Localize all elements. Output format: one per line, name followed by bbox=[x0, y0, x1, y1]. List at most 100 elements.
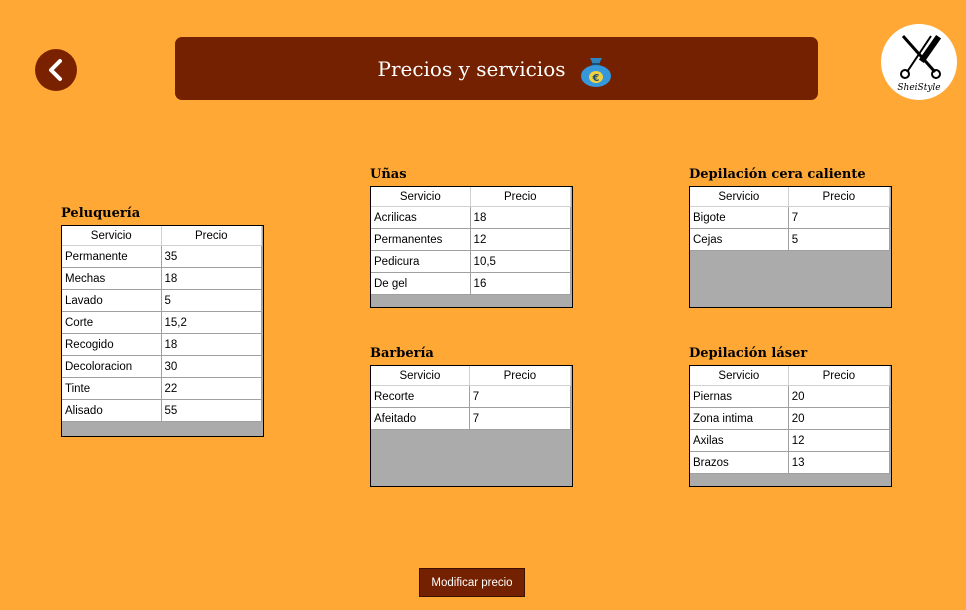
price-cell[interactable]: 22 bbox=[161, 377, 262, 400]
price-cell[interactable]: 13 bbox=[788, 451, 891, 474]
table-row[interactable]: Bigote 7 bbox=[690, 206, 891, 229]
price-cell[interactable]: 10,5 bbox=[470, 250, 572, 273]
table-row[interactable]: Recorte 7 bbox=[371, 385, 572, 408]
price-cell[interactable]: 18 bbox=[161, 333, 262, 356]
data-grid: Servicio Precio Piernas 20 Zona intima 20 Axil… bbox=[690, 366, 891, 474]
back-button[interactable] bbox=[35, 49, 77, 91]
table-row[interactable]: Brazos 13 bbox=[690, 451, 891, 474]
service-cell[interactable]: Permanentes bbox=[371, 228, 471, 251]
table-row[interactable]: Pedicura 10,5 bbox=[371, 250, 572, 273]
money-bag-euro-icon: € bbox=[580, 57, 611, 87]
service-cell[interactable]: Cejas bbox=[690, 228, 789, 251]
table-depilacion-cera[interactable]: Servicio Precio Bigote 7 Cejas 5 bbox=[689, 186, 892, 308]
price-cell[interactable]: 7 bbox=[788, 206, 891, 229]
svg-text:€: € bbox=[591, 73, 599, 84]
service-cell[interactable]: Mechas bbox=[62, 267, 162, 290]
service-cell[interactable]: Recogido bbox=[62, 333, 162, 356]
table-row[interactable]: Recogido 18 bbox=[62, 333, 262, 356]
price-cell[interactable]: 5 bbox=[161, 289, 262, 312]
section-title-depilacion-cera: Depilación cera caliente bbox=[689, 167, 866, 182]
data-grid: Servicio Precio Permanente 35 Mechas 18 Lavado… bbox=[62, 226, 262, 422]
price-cell[interactable]: 15,2 bbox=[161, 311, 262, 334]
table-row[interactable]: Tinte 22 bbox=[62, 377, 262, 400]
shei-style-logo: SheiStyle bbox=[881, 24, 957, 100]
section-title-barberia: Barbería bbox=[370, 346, 434, 361]
column-header-servicio[interactable]: Servicio bbox=[690, 366, 789, 386]
table-row[interactable]: De gel 16 bbox=[371, 272, 572, 295]
service-cell[interactable]: Alisado bbox=[62, 399, 162, 422]
column-header-precio[interactable]: Precio bbox=[470, 187, 572, 207]
table-row[interactable]: Cejas 5 bbox=[690, 228, 891, 251]
data-grid: Servicio Precio Acrilicas 18 Permanentes 12 Pe… bbox=[371, 187, 572, 295]
service-cell[interactable]: Lavado bbox=[62, 289, 162, 312]
column-header-precio[interactable]: Precio bbox=[469, 366, 572, 386]
service-cell[interactable]: Acrilicas bbox=[371, 206, 471, 229]
column-header-servicio[interactable]: Servicio bbox=[62, 226, 162, 246]
price-cell[interactable]: 12 bbox=[788, 429, 891, 452]
price-cell[interactable]: 55 bbox=[161, 399, 262, 422]
svg-text:SheiStyle: SheiStyle bbox=[897, 83, 940, 93]
price-cell[interactable]: 12 bbox=[470, 228, 572, 251]
table-unas[interactable]: Servicio Precio Acrilicas 18 Permanentes 12 Pe… bbox=[370, 186, 573, 308]
table-depilacion-laser[interactable]: Servicio Precio Piernas 20 Zona intima 20 Axil… bbox=[689, 365, 892, 487]
table-row[interactable]: Mechas 18 bbox=[62, 267, 262, 290]
service-cell[interactable]: Pedicura bbox=[371, 250, 471, 273]
section-title-depilacion-laser: Depilación láser bbox=[689, 346, 808, 361]
section-title-unas: Uñas bbox=[370, 167, 407, 182]
table-row[interactable]: Lavado 5 bbox=[62, 289, 262, 312]
header-row: Servicio Precio bbox=[690, 366, 891, 386]
data-grid: Servicio Precio Bigote 7 Cejas 5 bbox=[690, 187, 891, 251]
price-cell[interactable]: 7 bbox=[469, 407, 572, 430]
header-bar: Precios y servicios € bbox=[175, 37, 818, 100]
table-row[interactable]: Decoloracion 30 bbox=[62, 355, 262, 378]
back-arrow-icon bbox=[49, 59, 62, 81]
price-cell[interactable]: 18 bbox=[161, 267, 262, 290]
header-row: Servicio Precio bbox=[371, 366, 572, 386]
service-cell[interactable]: Zona intima bbox=[690, 407, 789, 430]
service-cell[interactable]: Decoloracion bbox=[62, 355, 162, 378]
price-cell[interactable]: 35 bbox=[161, 245, 262, 268]
scissors-comb-icon: SheiStyle bbox=[897, 34, 942, 93]
column-header-servicio[interactable]: Servicio bbox=[690, 187, 789, 207]
service-cell[interactable]: Brazos bbox=[690, 451, 789, 474]
service-cell[interactable]: Permanente bbox=[62, 245, 162, 268]
table-row[interactable]: Corte 15,2 bbox=[62, 311, 262, 334]
column-header-precio[interactable]: Precio bbox=[788, 187, 891, 207]
table-peluqueria[interactable]: Servicio Precio Permanente 35 Mechas 18 Lavado… bbox=[61, 225, 264, 437]
table-row[interactable]: Axilas 12 bbox=[690, 429, 891, 452]
table-row[interactable]: Zona intima 20 bbox=[690, 407, 891, 430]
price-cell[interactable]: 5 bbox=[788, 228, 891, 251]
column-header-precio[interactable]: Precio bbox=[788, 366, 891, 386]
service-cell[interactable]: Corte bbox=[62, 311, 162, 334]
page-title: Precios y servicios bbox=[377, 56, 566, 81]
service-cell[interactable]: Tinte bbox=[62, 377, 162, 400]
price-cell[interactable]: 20 bbox=[788, 385, 891, 408]
service-cell[interactable]: Recorte bbox=[371, 385, 470, 408]
header-row: Servicio Precio bbox=[690, 187, 891, 207]
header-row: Servicio Precio bbox=[62, 226, 262, 246]
service-cell[interactable]: Piernas bbox=[690, 385, 789, 408]
table-barberia[interactable]: Servicio Precio Recorte 7 Afeitado 7 bbox=[370, 365, 573, 487]
table-row[interactable]: Acrilicas 18 bbox=[371, 206, 572, 229]
column-header-precio[interactable]: Precio bbox=[161, 226, 262, 246]
service-cell[interactable]: Bigote bbox=[690, 206, 789, 229]
service-cell[interactable]: De gel bbox=[371, 272, 471, 295]
table-row[interactable]: Afeitado 7 bbox=[371, 407, 572, 430]
price-cell[interactable]: 30 bbox=[161, 355, 262, 378]
section-title-peluqueria: Peluquería bbox=[61, 206, 141, 221]
price-cell[interactable]: 7 bbox=[469, 385, 572, 408]
column-header-servicio[interactable]: Servicio bbox=[371, 187, 471, 207]
price-cell[interactable]: 18 bbox=[470, 206, 572, 229]
price-cell[interactable]: 16 bbox=[470, 272, 572, 295]
table-row[interactable]: Permanentes 12 bbox=[371, 228, 572, 251]
service-cell[interactable]: Axilas bbox=[690, 429, 789, 452]
table-row[interactable]: Alisado 55 bbox=[62, 399, 262, 422]
table-row[interactable]: Permanente 35 bbox=[62, 245, 262, 268]
table-row[interactable]: Piernas 20 bbox=[690, 385, 891, 408]
data-grid: Servicio Precio Recorte 7 Afeitado 7 bbox=[371, 366, 572, 430]
modify-price-button[interactable]: Modificar precio bbox=[419, 568, 525, 597]
header-row: Servicio Precio bbox=[371, 187, 572, 207]
service-cell[interactable]: Afeitado bbox=[371, 407, 470, 430]
price-cell[interactable]: 20 bbox=[788, 407, 891, 430]
column-header-servicio[interactable]: Servicio bbox=[371, 366, 470, 386]
